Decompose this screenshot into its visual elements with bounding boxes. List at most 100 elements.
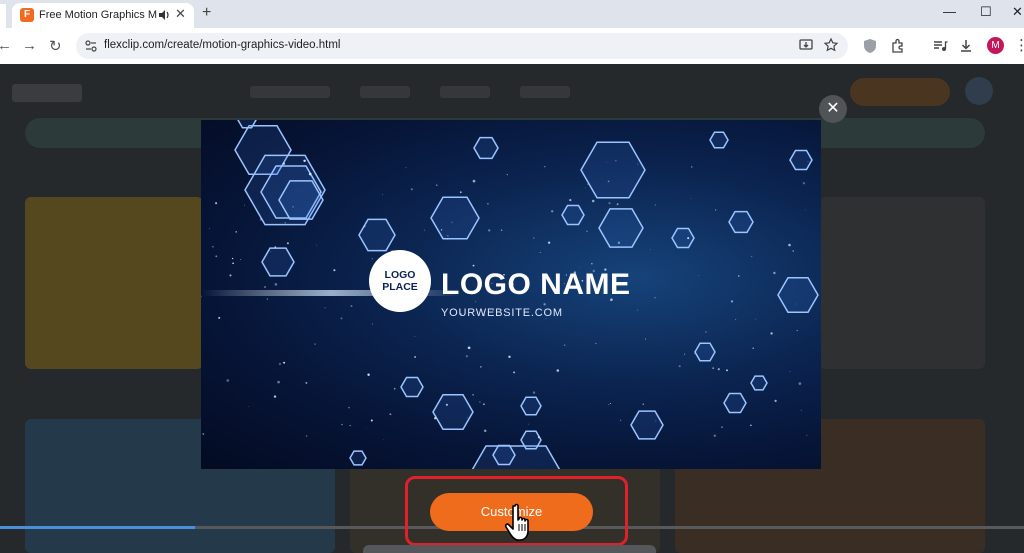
maximize-button[interactable]: ☐ <box>980 4 992 20</box>
star-particle <box>595 342 597 344</box>
active-tab[interactable]: F Free Motion Graphics Make ✕ <box>12 3 194 28</box>
star-particle <box>690 166 693 168</box>
star-particle <box>533 237 535 239</box>
star-particle <box>472 394 474 396</box>
star-particle <box>655 420 657 422</box>
star-particle <box>684 353 686 355</box>
star-particle <box>537 436 540 439</box>
new-tab-button[interactable]: + <box>202 4 211 22</box>
nav-placeholder <box>440 86 490 98</box>
decorative-hexagon <box>471 445 561 469</box>
decorative-hexagon <box>349 450 367 466</box>
audio-icon[interactable] <box>158 8 170 22</box>
decorative-hexagon <box>492 444 516 466</box>
star-particle <box>472 179 476 183</box>
decorative-hexagon <box>630 410 664 440</box>
star-particle <box>637 309 639 311</box>
media-controls-icon[interactable] <box>932 38 948 54</box>
shield-icon[interactable] <box>862 38 878 54</box>
star-particle <box>751 255 753 258</box>
star-particle <box>303 159 306 163</box>
star-particle <box>650 249 651 250</box>
star-particle <box>447 239 448 240</box>
star-particle <box>528 423 529 425</box>
bookmark-star-icon[interactable] <box>823 37 839 53</box>
star-particle <box>367 373 370 376</box>
video-preview[interactable]: LOGO PLACE LOGO NAME YOURWEBSITE.COM <box>201 120 821 469</box>
star-particle <box>308 172 312 176</box>
tab-close-icon[interactable]: ✕ <box>175 6 186 22</box>
install-app-icon[interactable] <box>798 37 814 53</box>
star-particle <box>774 399 777 403</box>
player-controls-bar[interactable] <box>363 545 656 553</box>
star-particle <box>615 160 617 162</box>
decorative-hexagon <box>261 247 295 277</box>
star-particle <box>215 255 218 258</box>
star-particle <box>609 402 611 405</box>
star-particle <box>488 229 491 232</box>
decorative-hexagon <box>750 375 768 391</box>
minimize-button[interactable]: — <box>943 4 956 19</box>
site-logo <box>12 84 82 102</box>
extensions-icon[interactable] <box>890 38 906 54</box>
star-particle <box>340 317 343 320</box>
decorative-hexagon <box>694 342 716 362</box>
star-particle <box>587 183 589 185</box>
decorative-hexagon <box>777 276 819 314</box>
decorative-hexagon <box>598 208 644 248</box>
star-particle <box>282 162 286 165</box>
star-particle <box>796 329 798 332</box>
hand-cursor-icon <box>504 503 529 541</box>
star-particle <box>591 199 595 203</box>
star-particle <box>654 204 656 206</box>
star-particle <box>726 369 728 372</box>
star-particle <box>543 303 546 306</box>
star-particle <box>792 250 794 252</box>
star-particle <box>539 252 541 253</box>
star-particle <box>466 417 468 419</box>
star-particle <box>278 362 282 366</box>
star-particle <box>487 202 489 205</box>
star-particle <box>472 264 475 267</box>
download-icon[interactable] <box>958 38 974 54</box>
header-cta <box>850 78 950 106</box>
star-particle <box>371 323 373 325</box>
star-particle <box>314 343 316 345</box>
site-settings-icon[interactable] <box>85 40 97 52</box>
address-bar[interactable]: flexclip.com/create/motion-graphics-vide… <box>76 33 848 59</box>
star-particle <box>563 344 566 346</box>
star-particle <box>654 297 656 299</box>
profile-avatar[interactable]: M <box>987 37 1004 54</box>
star-particle <box>752 347 754 349</box>
star-particle <box>715 209 717 211</box>
back-button[interactable]: ← <box>0 37 12 54</box>
star-particle <box>807 160 809 162</box>
close-preview-button[interactable]: ✕ <box>819 95 847 123</box>
star-particle <box>274 283 278 286</box>
reload-button[interactable]: ↻ <box>49 37 62 55</box>
star-particle <box>617 241 621 244</box>
star-particle <box>248 406 250 408</box>
star-particle <box>483 429 487 433</box>
tab-title: Free Motion Graphics Make <box>39 9 157 21</box>
star-particle <box>244 204 246 206</box>
star-particle <box>434 417 437 420</box>
nav-placeholder <box>250 86 330 98</box>
forward-button[interactable]: → <box>22 37 37 54</box>
star-particle <box>591 263 593 265</box>
star-particle <box>405 167 407 169</box>
star-particle <box>229 274 232 277</box>
star-particle <box>569 199 572 202</box>
template-card <box>820 197 985 369</box>
star-particle <box>500 229 503 231</box>
star-particle <box>383 439 384 440</box>
star-particle <box>366 427 367 429</box>
star-particle <box>608 404 610 406</box>
previous-tab-edge[interactable] <box>0 4 6 28</box>
browser-menu-icon[interactable]: ⋮ <box>1014 36 1024 54</box>
star-particle <box>284 221 287 224</box>
decorative-hexagon <box>789 149 813 171</box>
close-window-button[interactable]: ✕ <box>1012 4 1023 20</box>
star-particle <box>273 395 277 398</box>
star-particle <box>218 316 221 319</box>
